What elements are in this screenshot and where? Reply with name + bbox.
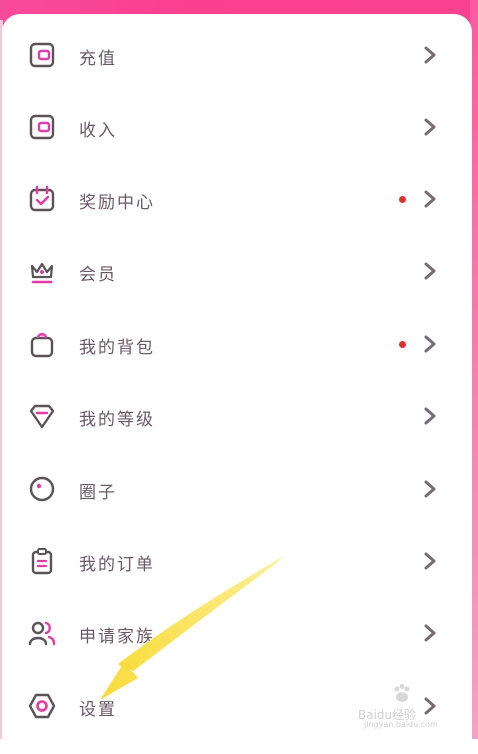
menu-item-label: 设置	[79, 700, 117, 720]
menu-item-label: 圈子	[79, 483, 117, 503]
chevron-right-icon	[423, 551, 437, 571]
notification-dot	[399, 196, 406, 203]
menu-item-label: 奖励中心	[79, 193, 155, 213]
watermark-domain: jingyan.baidu.com	[364, 720, 438, 729]
menu-item-family[interactable]: 申请家族	[2, 596, 472, 668]
chevron-right-icon	[423, 406, 437, 426]
order-icon	[27, 546, 57, 576]
menu-item-label: 我的等级	[79, 410, 155, 430]
menu-item-label: 充值	[79, 49, 117, 69]
menu-item-label: 我的背包	[79, 338, 155, 358]
chevron-right-icon	[423, 261, 437, 281]
chevron-right-icon	[423, 334, 437, 354]
crown-icon	[27, 256, 57, 286]
menu-item-level[interactable]: 我的等级	[2, 379, 472, 451]
watermark: Baidu经验 jingyan.baidu.com	[352, 680, 462, 730]
menu-item-circle[interactable]: 圈子	[2, 452, 472, 524]
menu-item-label: 申请家族	[79, 627, 155, 647]
menu-item-rewards[interactable]: 奖励中心	[2, 162, 472, 234]
chevron-right-icon	[423, 623, 437, 643]
menu-item-label: 会员	[79, 265, 117, 285]
menu-card: 充值 收入 奖励中心 会员 我的背包 我的等级 圈子 我的订单 申请家族 设置	[2, 14, 472, 754]
chevron-right-icon	[423, 117, 437, 137]
menu-item-orders[interactable]: 我的订单	[2, 524, 472, 596]
diamond-icon	[27, 401, 57, 431]
wallet-icon	[27, 112, 57, 142]
paw-icon	[390, 682, 414, 706]
calendar-check-icon	[27, 184, 57, 214]
hexagon-settings-icon	[27, 691, 57, 721]
chevron-right-icon	[423, 189, 437, 209]
chevron-right-icon	[423, 45, 437, 65]
circle-icon	[27, 474, 57, 504]
menu-item-membership[interactable]: 会员	[2, 234, 472, 306]
bag-icon	[27, 329, 57, 359]
users-icon	[27, 618, 57, 648]
notification-dot	[399, 341, 406, 348]
menu-item-recharge[interactable]: 充值	[2, 18, 472, 90]
menu-item-label: 我的订单	[79, 555, 155, 575]
menu-item-label: 收入	[79, 121, 117, 141]
chevron-right-icon	[423, 479, 437, 499]
menu-item-backpack[interactable]: 我的背包	[2, 307, 472, 379]
wallet-icon	[27, 40, 57, 70]
menu-item-income[interactable]: 收入	[2, 90, 472, 162]
